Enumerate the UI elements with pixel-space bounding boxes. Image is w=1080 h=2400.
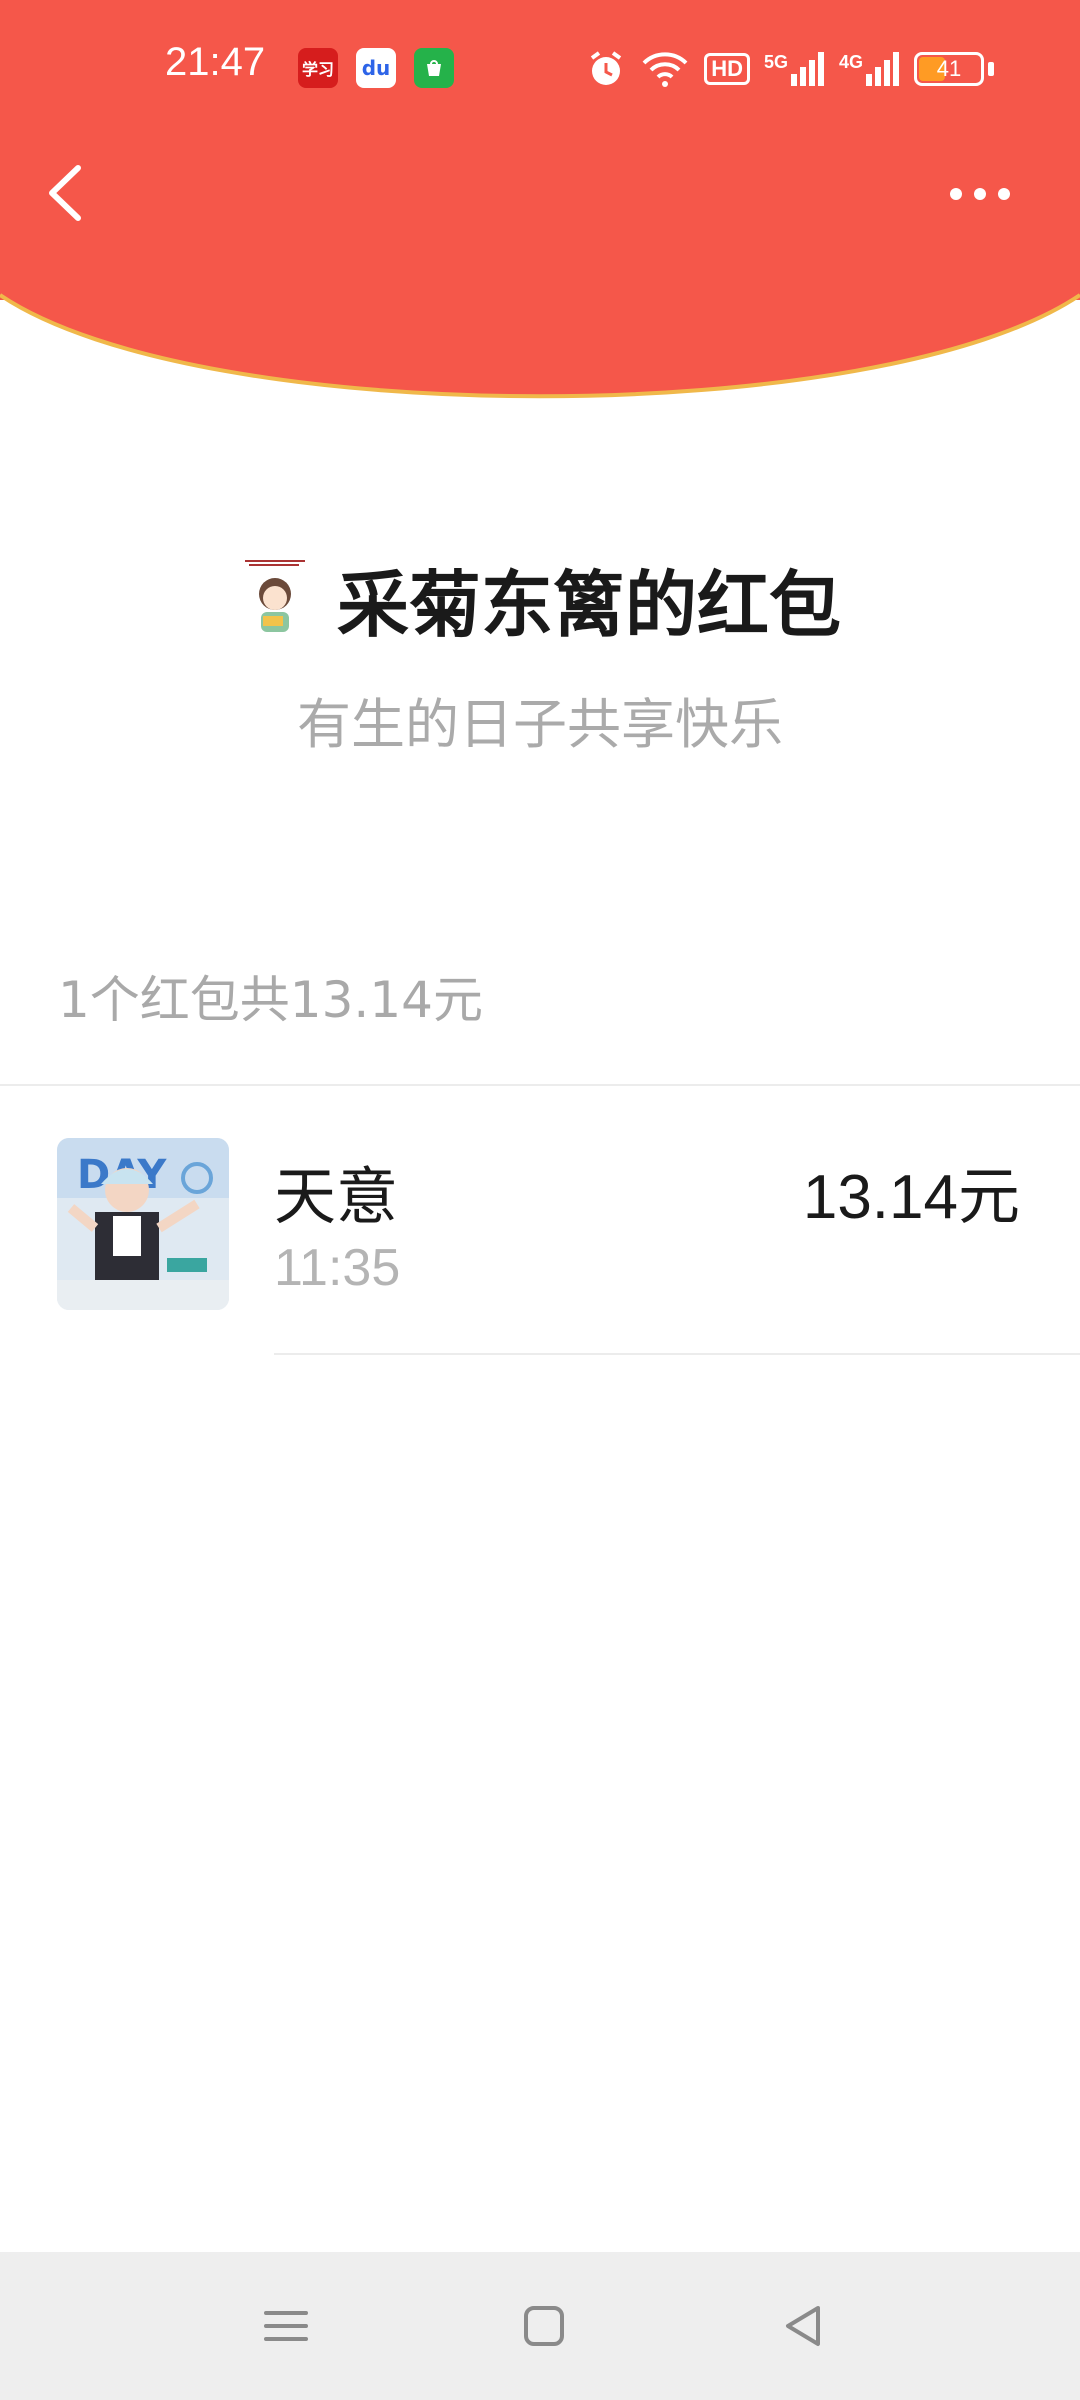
red-packet-detail-page: 21:47 学习 du HD 5G 4G 41 采菊东篱的红包 有生的日子共享快… xyxy=(0,0,1080,2400)
envelope-title: 采菊东篱的红包 xyxy=(336,562,841,647)
divider xyxy=(274,1353,1080,1355)
envelope-title-row: 采菊东篱的红包 xyxy=(0,548,1080,648)
back-triangle-icon xyxy=(786,2306,820,2346)
home-square-icon xyxy=(524,2306,564,2346)
status-time: 21:47 xyxy=(165,40,266,84)
baidu-icon: du xyxy=(356,48,396,88)
more-options-button[interactable] xyxy=(944,170,1024,220)
back-button[interactable] xyxy=(38,158,98,228)
battery-icon: 41 xyxy=(914,52,984,86)
sender-avatar xyxy=(242,558,307,632)
avatar: DAY xyxy=(57,1138,229,1310)
header-curve xyxy=(0,270,1080,399)
system-nav-bar xyxy=(0,2252,1080,2400)
envelope-subtitle: 有生的日子共享快乐 xyxy=(297,693,783,756)
record-time: 11:35 xyxy=(274,1239,401,1297)
system-back-button[interactable] xyxy=(774,2296,834,2356)
wifi-icon xyxy=(642,52,688,87)
list-item[interactable]: DAY 天意 11:35 13.14元 xyxy=(0,1086,1080,1356)
xuexi-icon: 学习 xyxy=(298,48,338,88)
packet-summary: 1个红包共13.14元 xyxy=(58,971,483,1029)
record-amount: 13.14元 xyxy=(802,1163,1020,1232)
shop-icon xyxy=(414,48,454,88)
battery-level: 41 xyxy=(936,56,962,81)
more-dots-icon xyxy=(950,188,1010,200)
battery-tip xyxy=(988,62,994,76)
4g-signal-icon: 4G xyxy=(839,52,900,86)
record-name: 天意 xyxy=(274,1160,399,1233)
recent-apps-button[interactable] xyxy=(256,2296,316,2356)
home-button[interactable] xyxy=(514,2296,574,2356)
chevron-left-icon xyxy=(49,165,81,221)
menu-icon xyxy=(264,2311,308,2341)
status-bar: 21:47 学习 du HD 5G 4G 41 xyxy=(0,0,1080,135)
status-indicators: HD 5G 4G 41 xyxy=(586,44,994,94)
4g-label: 4G xyxy=(838,52,863,72)
5g-label: 5G xyxy=(763,52,788,72)
alarm-icon xyxy=(591,51,622,85)
5g-signal-icon: 5G xyxy=(764,52,825,86)
hd-icon: HD xyxy=(704,53,750,85)
